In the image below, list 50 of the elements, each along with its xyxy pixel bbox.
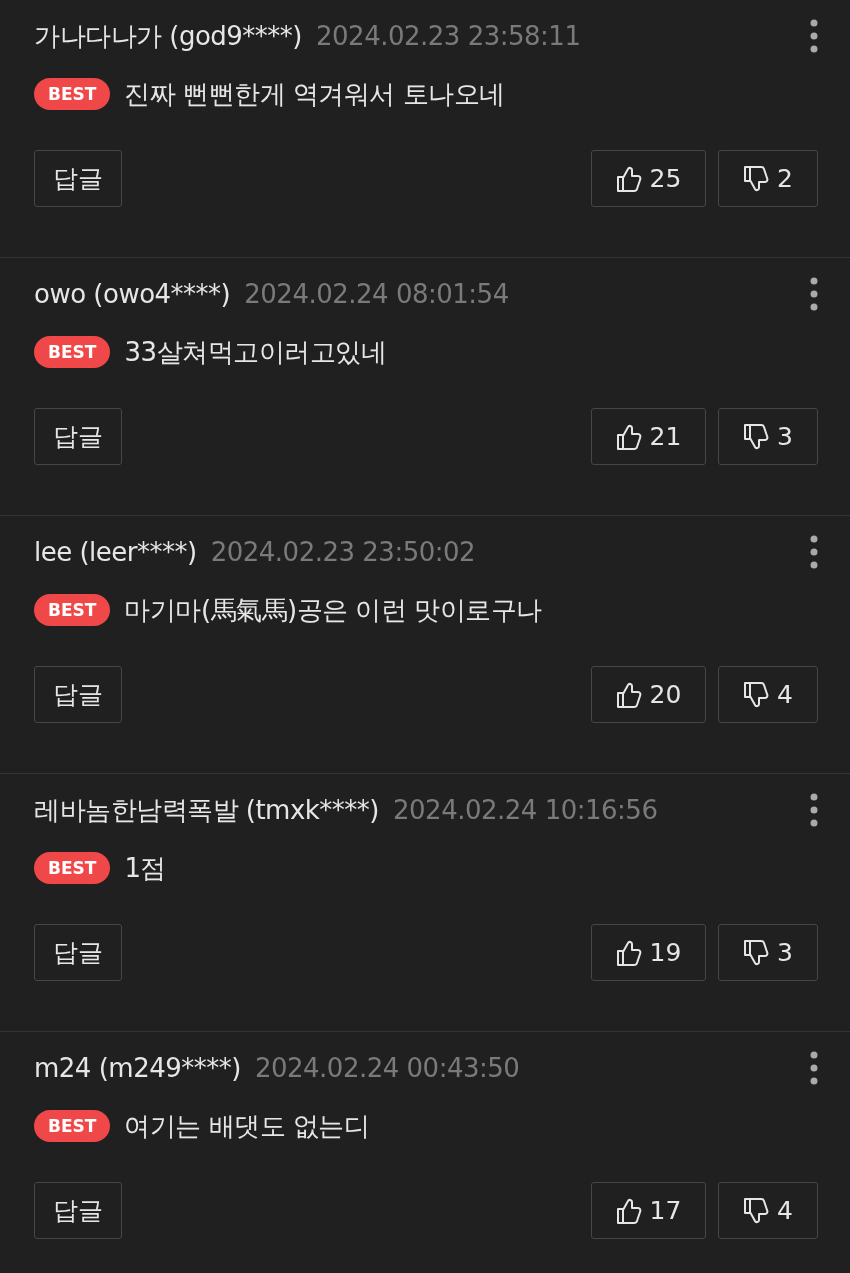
comment-date: 2024.02.23 23:50:02	[210, 537, 477, 567]
comment-text: 33살쳐먹고이러고있네	[124, 335, 386, 369]
comment-date: 2024.02.24 10:16:56	[393, 795, 659, 825]
more-options-icon[interactable]	[810, 1051, 818, 1085]
best-badge: BEST	[34, 1110, 111, 1142]
reply-button[interactable]: 답글	[34, 150, 122, 207]
comment-date: 2024.02.23 23:58:11	[316, 21, 582, 51]
more-options-icon[interactable]	[810, 19, 818, 53]
like-button[interactable]: 20	[591, 666, 706, 723]
comment-author: 레바놈한남력폭발 (tmxk****)	[34, 793, 380, 827]
comment-author: 가나다나가 (god9****)	[34, 19, 302, 53]
comment-text: 마기마(馬氣馬)공은 이런 맛이로구나	[124, 593, 542, 627]
reply-button[interactable]: 답글	[34, 924, 122, 981]
thumbs-up-icon	[615, 1196, 642, 1225]
thumbs-down-icon	[743, 1196, 770, 1225]
thumbs-up-icon	[615, 938, 642, 967]
dislike-button[interactable]: 3	[718, 408, 818, 465]
more-options-icon[interactable]	[810, 793, 818, 827]
comment-date: 2024.02.24 00:43:50	[254, 1053, 521, 1083]
dislike-button[interactable]: 3	[718, 924, 818, 981]
thumbs-up-icon	[615, 164, 642, 193]
dislike-button[interactable]: 2	[718, 150, 818, 207]
thumbs-up-icon	[615, 422, 642, 451]
best-badge: BEST	[34, 78, 111, 110]
best-badge: BEST	[34, 594, 111, 626]
thumbs-down-icon	[743, 680, 770, 709]
more-options-icon[interactable]	[810, 535, 818, 569]
comment-author: m24 (m249****)	[34, 1053, 241, 1083]
best-badge: BEST	[34, 852, 111, 884]
dislike-button[interactable]: 4	[718, 1182, 818, 1239]
best-badge: BEST	[34, 336, 111, 368]
more-options-icon[interactable]	[810, 277, 818, 311]
reply-button[interactable]: 답글	[34, 1182, 122, 1239]
comment-author: owo (owo4****)	[34, 279, 231, 309]
comment-date: 2024.02.24 08:01:54	[244, 279, 510, 309]
like-button[interactable]: 21	[591, 408, 706, 465]
reply-button[interactable]: 답글	[34, 666, 122, 723]
thumbs-down-icon	[743, 164, 770, 193]
thumbs-down-icon	[743, 422, 770, 451]
thumbs-down-icon	[743, 938, 770, 967]
comment-author: lee (leer****)	[34, 537, 197, 567]
thumbs-up-icon	[615, 680, 642, 709]
like-button[interactable]: 17	[591, 1182, 706, 1239]
like-button[interactable]: 19	[591, 924, 706, 981]
like-button[interactable]: 25	[591, 150, 706, 207]
dislike-button[interactable]: 4	[718, 666, 818, 723]
comment-text: 1점	[124, 851, 166, 885]
comment-text: 진짜 뻔뻔한게 역겨워서 토나오네	[124, 77, 505, 111]
reply-button[interactable]: 답글	[34, 408, 122, 465]
comment-text: 여기는 배댓도 없는디	[124, 1109, 370, 1143]
